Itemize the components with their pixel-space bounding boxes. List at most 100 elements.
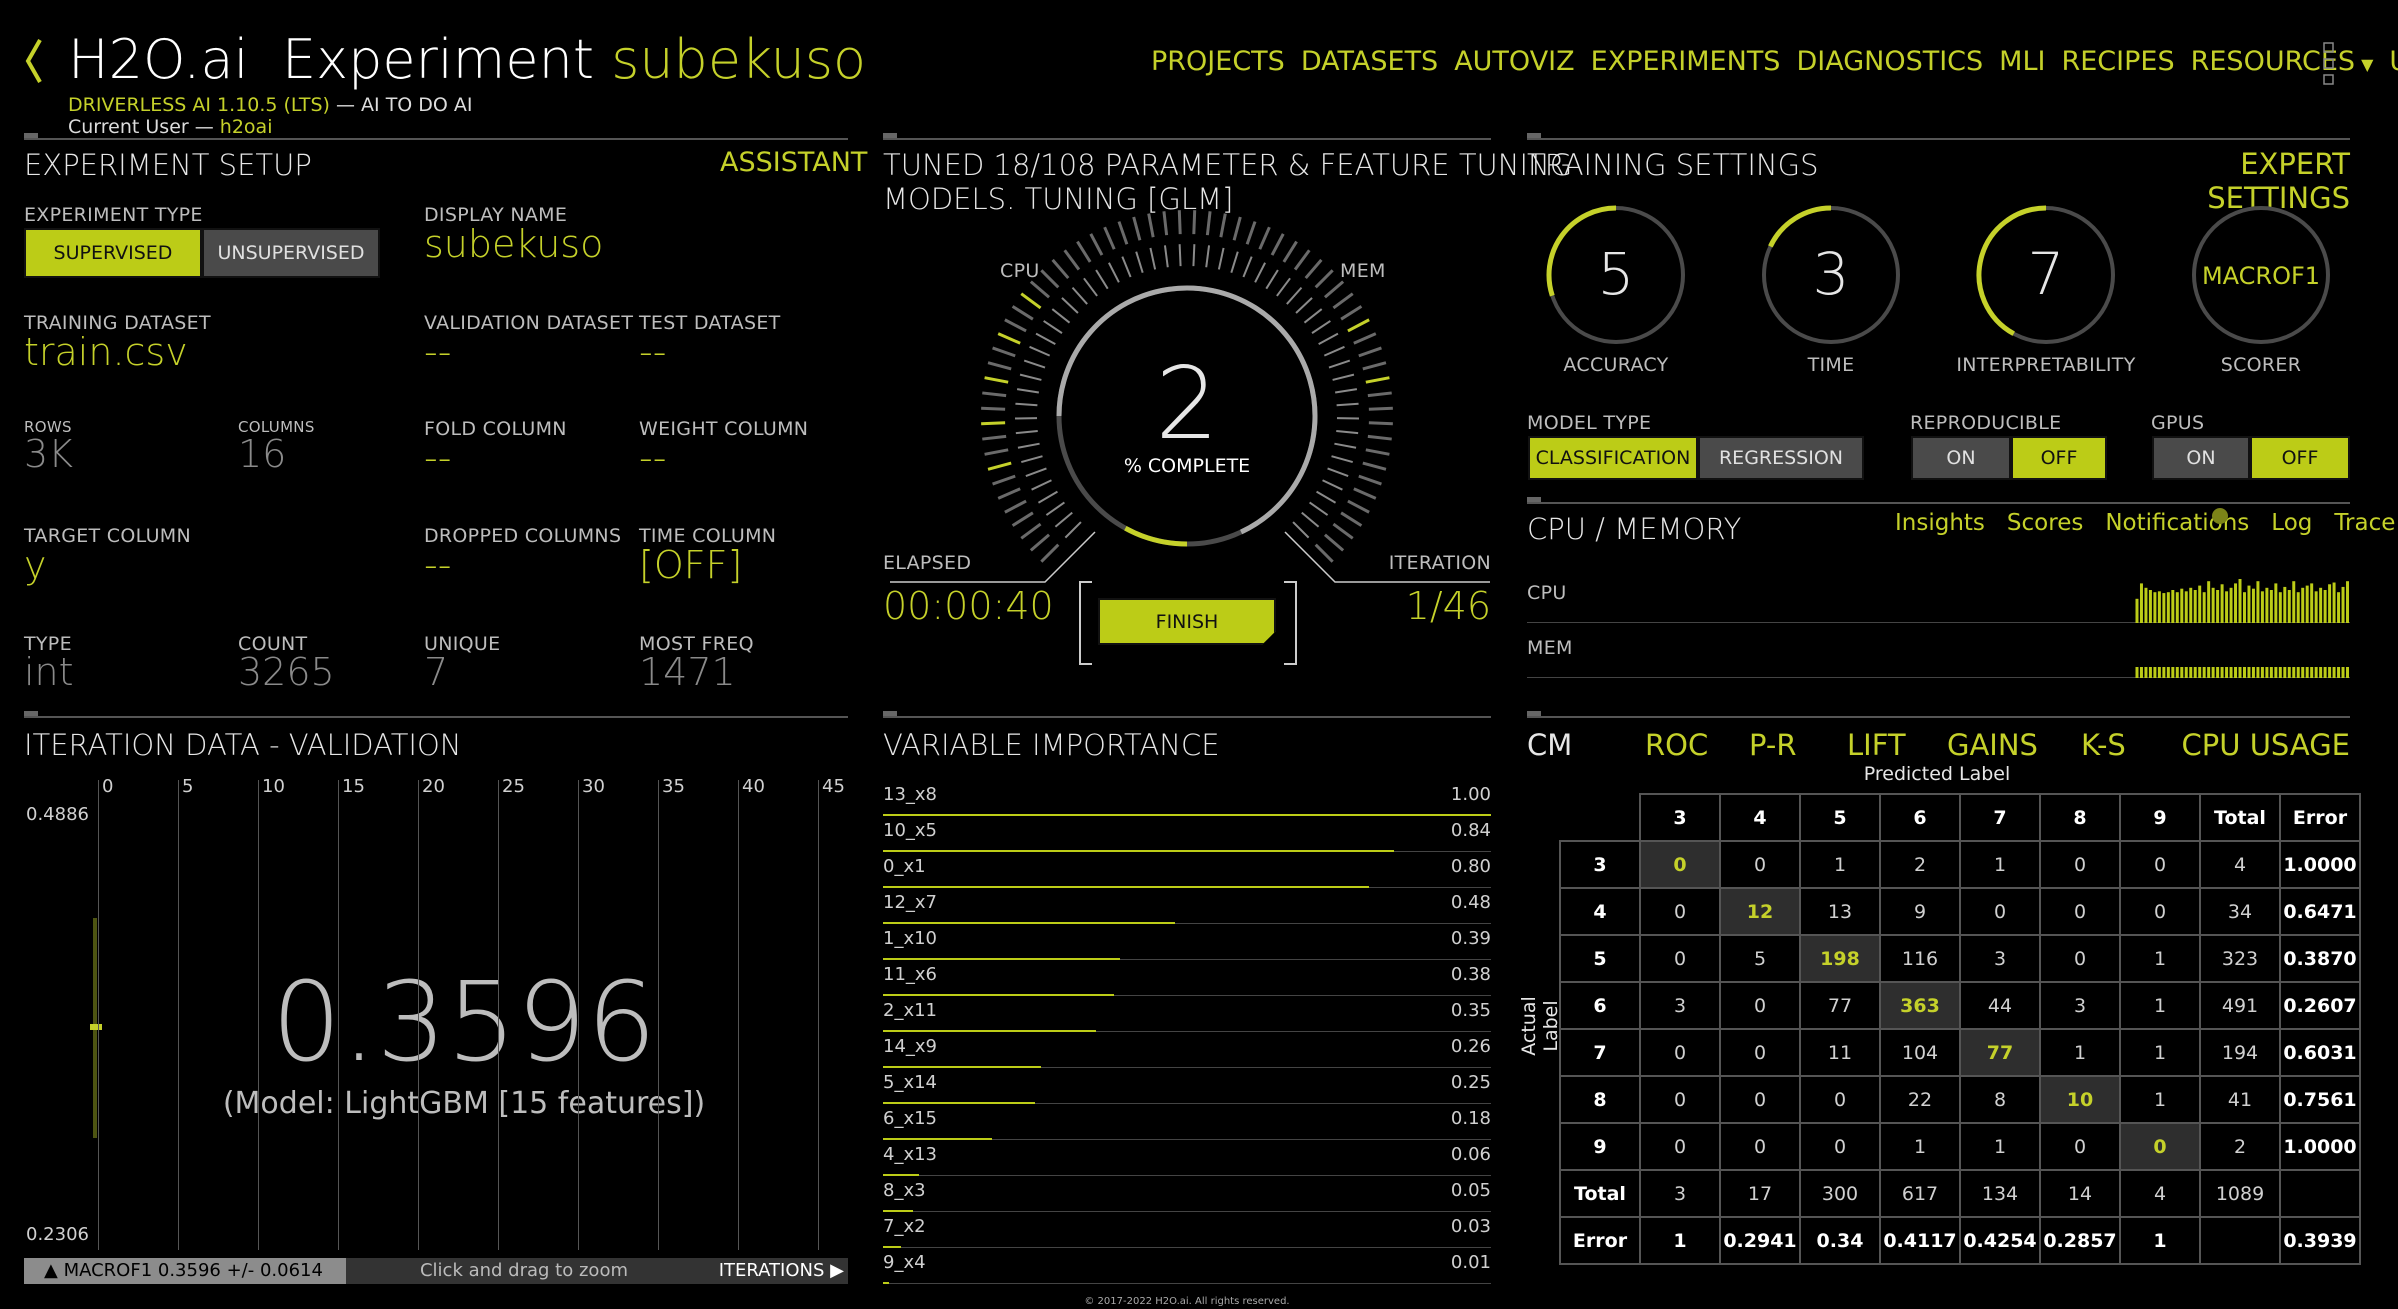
iterations-toggle[interactable]: ITERATIONS ▶ bbox=[684, 1258, 844, 1284]
variable-importance-row[interactable]: 10_x5 0.84 bbox=[883, 816, 1491, 852]
variable-importance-row[interactable]: 2_x11 0.35 bbox=[883, 996, 1491, 1032]
cm-cell: 1 bbox=[2119, 981, 2201, 1030]
cm-cell bbox=[2279, 1169, 2361, 1218]
tab-k-s[interactable]: K-S bbox=[2081, 728, 2126, 762]
variable-importance-row[interactable]: 1_x10 0.39 bbox=[883, 924, 1491, 960]
fold-column-value[interactable]: -- bbox=[424, 436, 451, 480]
target-column-value[interactable]: y bbox=[24, 543, 47, 587]
reproducible-label: REPRODUCIBLE bbox=[1910, 412, 2062, 434]
tab-gains[interactable]: GAINS bbox=[1947, 728, 2038, 762]
validation-dataset-value[interactable]: -- bbox=[424, 330, 451, 374]
iteration-gridline bbox=[498, 780, 499, 1250]
accuracy-dial[interactable]: 5 bbox=[1545, 204, 1687, 346]
mem-bar bbox=[2319, 667, 2323, 678]
display-name-value[interactable]: subekuso bbox=[424, 222, 603, 266]
cpu-bar bbox=[2296, 592, 2300, 623]
test-dataset-value[interactable]: -- bbox=[639, 330, 666, 374]
finish-button[interactable]: FINISH bbox=[1098, 598, 1276, 645]
cpu-bar bbox=[2175, 592, 2179, 623]
page-title: Experiment subekuso bbox=[282, 28, 866, 91]
nav-diagnostics[interactable]: DIAGNOSTICS bbox=[1796, 46, 1983, 77]
gauge-tick bbox=[981, 406, 1006, 411]
reproducible-on-button[interactable]: ON bbox=[1911, 436, 2011, 480]
gauge-tick bbox=[982, 391, 1007, 398]
back-button[interactable] bbox=[22, 36, 46, 86]
nav-projects[interactable]: PROJECTS bbox=[1151, 46, 1285, 77]
tab-lift[interactable]: LIFT bbox=[1847, 728, 1906, 762]
gpus-on-button[interactable]: ON bbox=[2152, 436, 2250, 480]
variable-importance-row[interactable]: 12_x7 0.48 bbox=[883, 888, 1491, 924]
mem-bar bbox=[2216, 667, 2220, 678]
cm-row: 7 0 0 11 104 77 1 1 194 0.6031 bbox=[1559, 1028, 2361, 1077]
training-dataset-value[interactable]: train.csv bbox=[24, 330, 188, 374]
weight-column-value[interactable]: -- bbox=[639, 436, 666, 480]
variable-importance-row[interactable]: 11_x6 0.38 bbox=[883, 960, 1491, 996]
variable-importance-row[interactable]: 14_x9 0.26 bbox=[883, 1032, 1491, 1068]
variable-importance-row[interactable]: 7_x2 0.03 bbox=[883, 1212, 1491, 1248]
tab-trace[interactable]: Trace bbox=[2334, 510, 2395, 536]
variable-importance-row[interactable]: 9_x4 0.01 bbox=[883, 1248, 1491, 1284]
mem-bar bbox=[2247, 667, 2251, 678]
status-title-line1: TUNED 18/108 PARAMETER & FEATURE TUNING bbox=[883, 148, 1573, 182]
cpu-bar bbox=[2243, 592, 2246, 623]
gpus-off-button[interactable]: OFF bbox=[2250, 436, 2350, 480]
cm-row: 5 0 5 198 116 3 0 1 323 0.3870 bbox=[1559, 934, 2361, 983]
gauge-tick bbox=[1314, 269, 1334, 289]
variable-importance-row[interactable]: 0_x1 0.80 bbox=[883, 852, 1491, 888]
variable-importance-row[interactable]: 13_x8 1.00 bbox=[883, 780, 1491, 816]
predicted-label: Predicted Label bbox=[1863, 763, 2011, 785]
reproducible-off-button[interactable]: OFF bbox=[2011, 436, 2107, 480]
variable-importance-row[interactable]: 6_x15 0.18 bbox=[883, 1104, 1491, 1140]
mem-bar bbox=[2310, 667, 2314, 678]
variable-importance-row[interactable]: 4_x13 0.06 bbox=[883, 1140, 1491, 1176]
supervised-button[interactable]: SUPERVISED bbox=[24, 228, 202, 278]
dropped-columns-value[interactable]: -- bbox=[424, 543, 451, 587]
tab-log[interactable]: Log bbox=[2271, 510, 2312, 536]
variable-importance-value: 0.26 bbox=[1450, 1036, 1491, 1057]
top-nav: PROJECTS DATASETS AUTOVIZ EXPERIMENTS DIAGNO… bbox=[1135, 46, 2398, 77]
product-tagline: — AI TO DO AI bbox=[329, 94, 473, 116]
gauge-tick bbox=[1219, 213, 1227, 238]
nav-autoviz[interactable]: AUTOVIZ bbox=[1454, 46, 1574, 77]
interpretability-dial[interactable]: 7 bbox=[1975, 204, 2117, 346]
unsupervised-button[interactable]: UNSUPERVISED bbox=[202, 228, 380, 278]
gauge-tick bbox=[1117, 221, 1129, 245]
nav-recipes[interactable]: RECIPES bbox=[2061, 46, 2174, 77]
nav-datasets[interactable]: DATASETS bbox=[1301, 46, 1438, 77]
cpu-bar bbox=[2144, 587, 2148, 623]
logo[interactable]: H2O.ai bbox=[68, 28, 249, 91]
tab-insights[interactable]: Insights bbox=[1895, 510, 1985, 536]
regression-button[interactable]: REGRESSION bbox=[1698, 436, 1864, 480]
gauge-inner-tick bbox=[1332, 373, 1355, 381]
iteration-gridline bbox=[258, 780, 259, 1250]
time-column-value[interactable]: [OFF] bbox=[639, 543, 742, 587]
cm-cell: 4 bbox=[2199, 840, 2281, 889]
gauge-tick bbox=[1258, 226, 1271, 250]
variable-importance-row[interactable]: 8_x3 0.05 bbox=[883, 1176, 1491, 1212]
nav-experiments[interactable]: EXPERIMENTS bbox=[1591, 46, 1781, 77]
tab-scores[interactable]: Scores bbox=[2007, 510, 2083, 536]
cm-row: 3 0 0 1 2 1 0 0 4 1.0000 bbox=[1559, 840, 2361, 889]
cm-cell: 0.3870 bbox=[2279, 934, 2361, 983]
iteration-chart[interactable]: 0.4886 0.2306 0.3596 (Model: LightGBM [1… bbox=[24, 776, 848, 1255]
classification-button[interactable]: CLASSIFICATION bbox=[1528, 436, 1698, 480]
time-dial[interactable]: 3 bbox=[1760, 204, 1902, 346]
tab-cm[interactable]: CM bbox=[1527, 728, 1572, 762]
cm-cell: 4 bbox=[2119, 1169, 2201, 1218]
nav-user[interactable]: USER bbox=[2389, 46, 2398, 77]
tab-roc[interactable]: ROC bbox=[1645, 728, 1708, 762]
tab-p-r[interactable]: P-R bbox=[1749, 728, 1796, 762]
variable-importance-row[interactable]: 5_x14 0.25 bbox=[883, 1068, 1491, 1104]
nav-mli[interactable]: MLI bbox=[1999, 46, 2045, 77]
gauge-inner-tick bbox=[1015, 429, 1038, 435]
mem-bar bbox=[2211, 667, 2215, 678]
scorer-dial[interactable]: MACROF1 bbox=[2190, 204, 2332, 346]
assistant-button[interactable]: ASSISTANT bbox=[720, 147, 867, 178]
caret-down-icon: ▼ bbox=[2361, 55, 2374, 74]
tab-cpu-usage[interactable]: CPU USAGE bbox=[2182, 728, 2350, 762]
cm-cell: 0 bbox=[1719, 1122, 1801, 1171]
grid-menu-icon[interactable] bbox=[2323, 42, 2335, 86]
cpu-bar bbox=[2269, 590, 2273, 623]
gauge-inner-tick bbox=[1205, 245, 1211, 268]
experiment-type-label: EXPERIMENT TYPE bbox=[24, 204, 203, 226]
